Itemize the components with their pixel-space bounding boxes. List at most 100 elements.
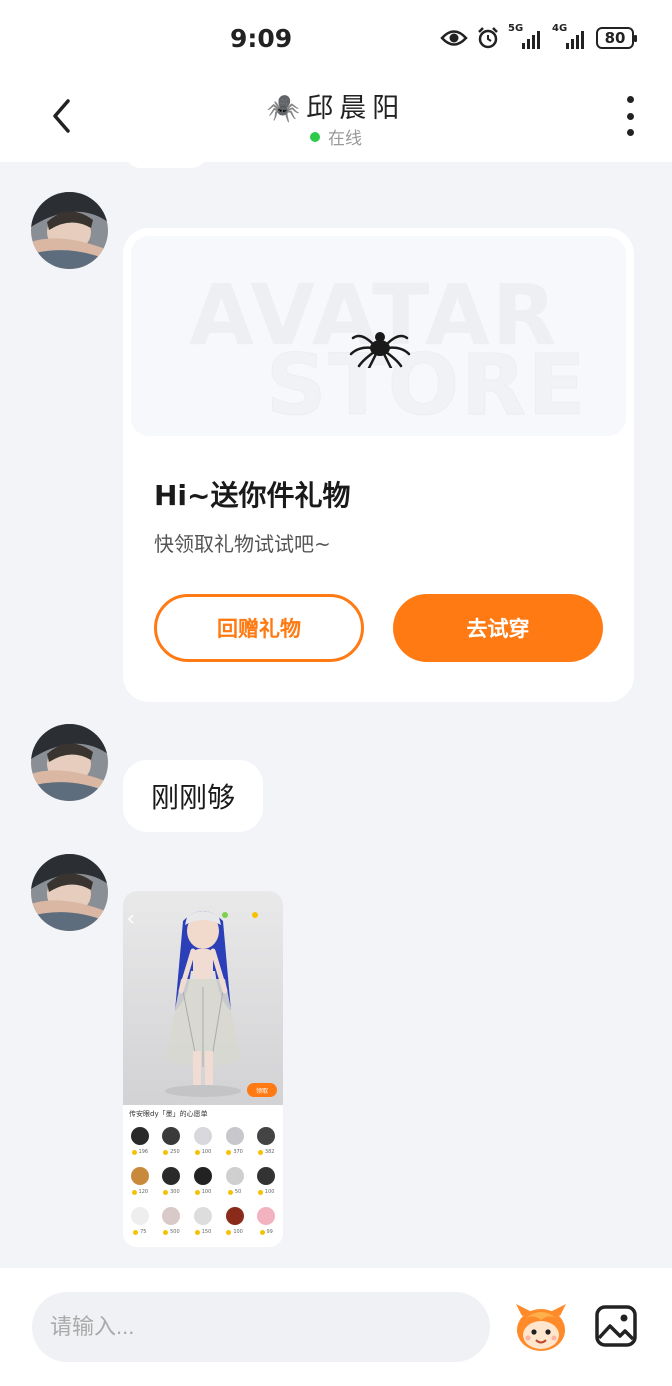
wishlist-item-icon (162, 1167, 181, 1185)
gift-card[interactable]: AVATAR STORE Hi~送你件礼物 快领取礼物试试吧~ 回赠礼物 去试穿 (123, 228, 634, 702)
contact-name[interactable]: 🕷️邱晨阳 (0, 86, 672, 125)
wishlist-item-icon (162, 1207, 181, 1225)
coin-icon (257, 1149, 263, 1155)
wishlist-item: 75 (125, 1203, 155, 1239)
eye-icon (440, 30, 468, 46)
price-label: 250 (170, 1149, 180, 1155)
wishlist-item-icon (225, 1207, 244, 1225)
coin-icon (163, 1189, 169, 1195)
price-label: 99 (266, 1229, 273, 1235)
coin-icon (194, 1149, 200, 1155)
wishlist-item-price: 150 (194, 1229, 211, 1235)
more-dot-icon (626, 96, 634, 103)
coin-icon (194, 1189, 200, 1195)
return-gift-button[interactable]: 回赠礼物 (154, 594, 364, 662)
coin-icon (226, 1149, 232, 1155)
coin-icon (163, 1149, 169, 1155)
preview-tag: 领取 (256, 1087, 268, 1095)
wishlist-item: 370 (220, 1123, 250, 1159)
wishlist-item-icon (162, 1127, 181, 1145)
wishlist-item-price: 196 (131, 1149, 149, 1155)
coin-icon (163, 1229, 169, 1235)
try-on-button[interactable]: 去试穿 (393, 594, 603, 662)
wishlist-item-price: 100 (194, 1149, 211, 1155)
coin-icon (257, 1189, 263, 1195)
online-dot-icon (310, 131, 320, 142)
coin-icon (259, 1229, 265, 1235)
wishlist-caption: 传安眼dy「墨」的心愿单 (129, 1110, 208, 1118)
anime-character-figure: 领取 (127, 911, 277, 1097)
avatar-photo (31, 192, 108, 269)
signal-5g-icon: 5G (508, 23, 544, 49)
wishlist-item: 100 (220, 1203, 250, 1239)
price-label: 100 (201, 1189, 212, 1195)
sender-avatar[interactable] (31, 724, 108, 801)
coin-icon (194, 1229, 200, 1235)
price-label: 382 (264, 1149, 275, 1155)
wishlist-item-price: 100 (194, 1189, 212, 1195)
sender-avatar[interactable] (31, 854, 108, 931)
image-picker-button[interactable] (594, 1304, 638, 1348)
image-message[interactable]: 领取 传安眼dy「墨」的心愿单 196 250 100 370 382 120 300 100… (123, 891, 283, 1247)
avatar-store-banner: AVATAR STORE (131, 236, 626, 436)
wishlist-item: 500 (157, 1203, 187, 1239)
wishlist-item-price: 75 (133, 1229, 146, 1235)
price-label: 100 (264, 1189, 275, 1195)
mascot-emoji-button[interactable] (512, 1302, 570, 1354)
wishlist-item-price: 99 (259, 1229, 273, 1235)
price-label: 196 (138, 1149, 149, 1155)
message-input[interactable] (32, 1292, 490, 1362)
avatar-photo (31, 724, 108, 801)
wishlist-item: 250 (157, 1123, 187, 1159)
wishlist-panel: 传安眼dy「墨」的心愿单 196 250 100 370 382 120 300 100 50 1… (123, 1105, 283, 1247)
more-dot-icon (626, 112, 634, 120)
previous-message-bubble (126, 162, 206, 168)
wishlist-item-icon (130, 1127, 149, 1145)
avatar-preview-image: 领取 (123, 891, 283, 1105)
wishlist-item-price: 100 (226, 1229, 243, 1235)
wishlist-item: 99 (251, 1203, 281, 1239)
coin-icon (133, 1229, 139, 1235)
wishlist-item-icon (225, 1127, 244, 1145)
wishlist-item: 300 (157, 1163, 187, 1199)
sender-avatar[interactable] (31, 192, 108, 269)
wishlist-item-icon (225, 1167, 244, 1185)
wishlist-grid: 196 250 100 370 382 120 300 100 50 100 75 500 150 100… (125, 1123, 281, 1239)
message-text: 刚刚够 (151, 781, 236, 814)
chat-messages[interactable]: AVATAR STORE Hi~送你件礼物 快领取礼物试试吧~ 回赠礼物 去试穿 (0, 162, 672, 1268)
wishlist-item-price: 50 (227, 1189, 242, 1195)
message-bubble[interactable]: 刚刚够 (123, 760, 264, 832)
wishlist-item-icon (257, 1167, 276, 1185)
price-label: 120 (138, 1189, 149, 1195)
image-icon (595, 1305, 637, 1347)
wishlist-item-icon (130, 1207, 149, 1225)
coin-icon (131, 1149, 137, 1155)
status-icons: 5G 4G 80 (440, 23, 637, 50)
mascot-icon (516, 1304, 566, 1351)
wishlist-item-icon (130, 1167, 149, 1185)
online-status: 在线 (0, 124, 672, 149)
coin-icon (227, 1189, 233, 1195)
online-status-label: 在线 (328, 129, 362, 149)
wishlist-item-price: 500 (163, 1229, 180, 1235)
gift-subtitle: 快领取礼物试试吧~ (154, 532, 331, 556)
battery-indicator: 80 (596, 27, 637, 49)
wishlist-item-price: 370 (226, 1149, 243, 1155)
price-label: 50 (234, 1189, 242, 1195)
wishlist-item: 100 (251, 1163, 281, 1199)
price-label: 300 (170, 1189, 180, 1195)
chat-header: 🕷️邱晨阳 在线 (0, 80, 672, 162)
status-bar: 9:09 5G 4G 80 (0, 0, 672, 80)
price-label: 100 (233, 1229, 243, 1235)
wishlist-item-icon (193, 1207, 212, 1225)
wishlist-item-icon (257, 1127, 276, 1145)
more-options-button[interactable] (618, 96, 642, 136)
coin-icon (226, 1229, 232, 1235)
wishlist-item-icon (257, 1207, 276, 1225)
wishlist-item: 382 (251, 1123, 281, 1159)
wishlist-item-price: 300 (163, 1189, 180, 1195)
more-dot-icon (626, 129, 634, 136)
input-bar (0, 1268, 672, 1386)
coin-icon (131, 1189, 137, 1195)
banner-word-bottom: STORE (265, 336, 588, 435)
